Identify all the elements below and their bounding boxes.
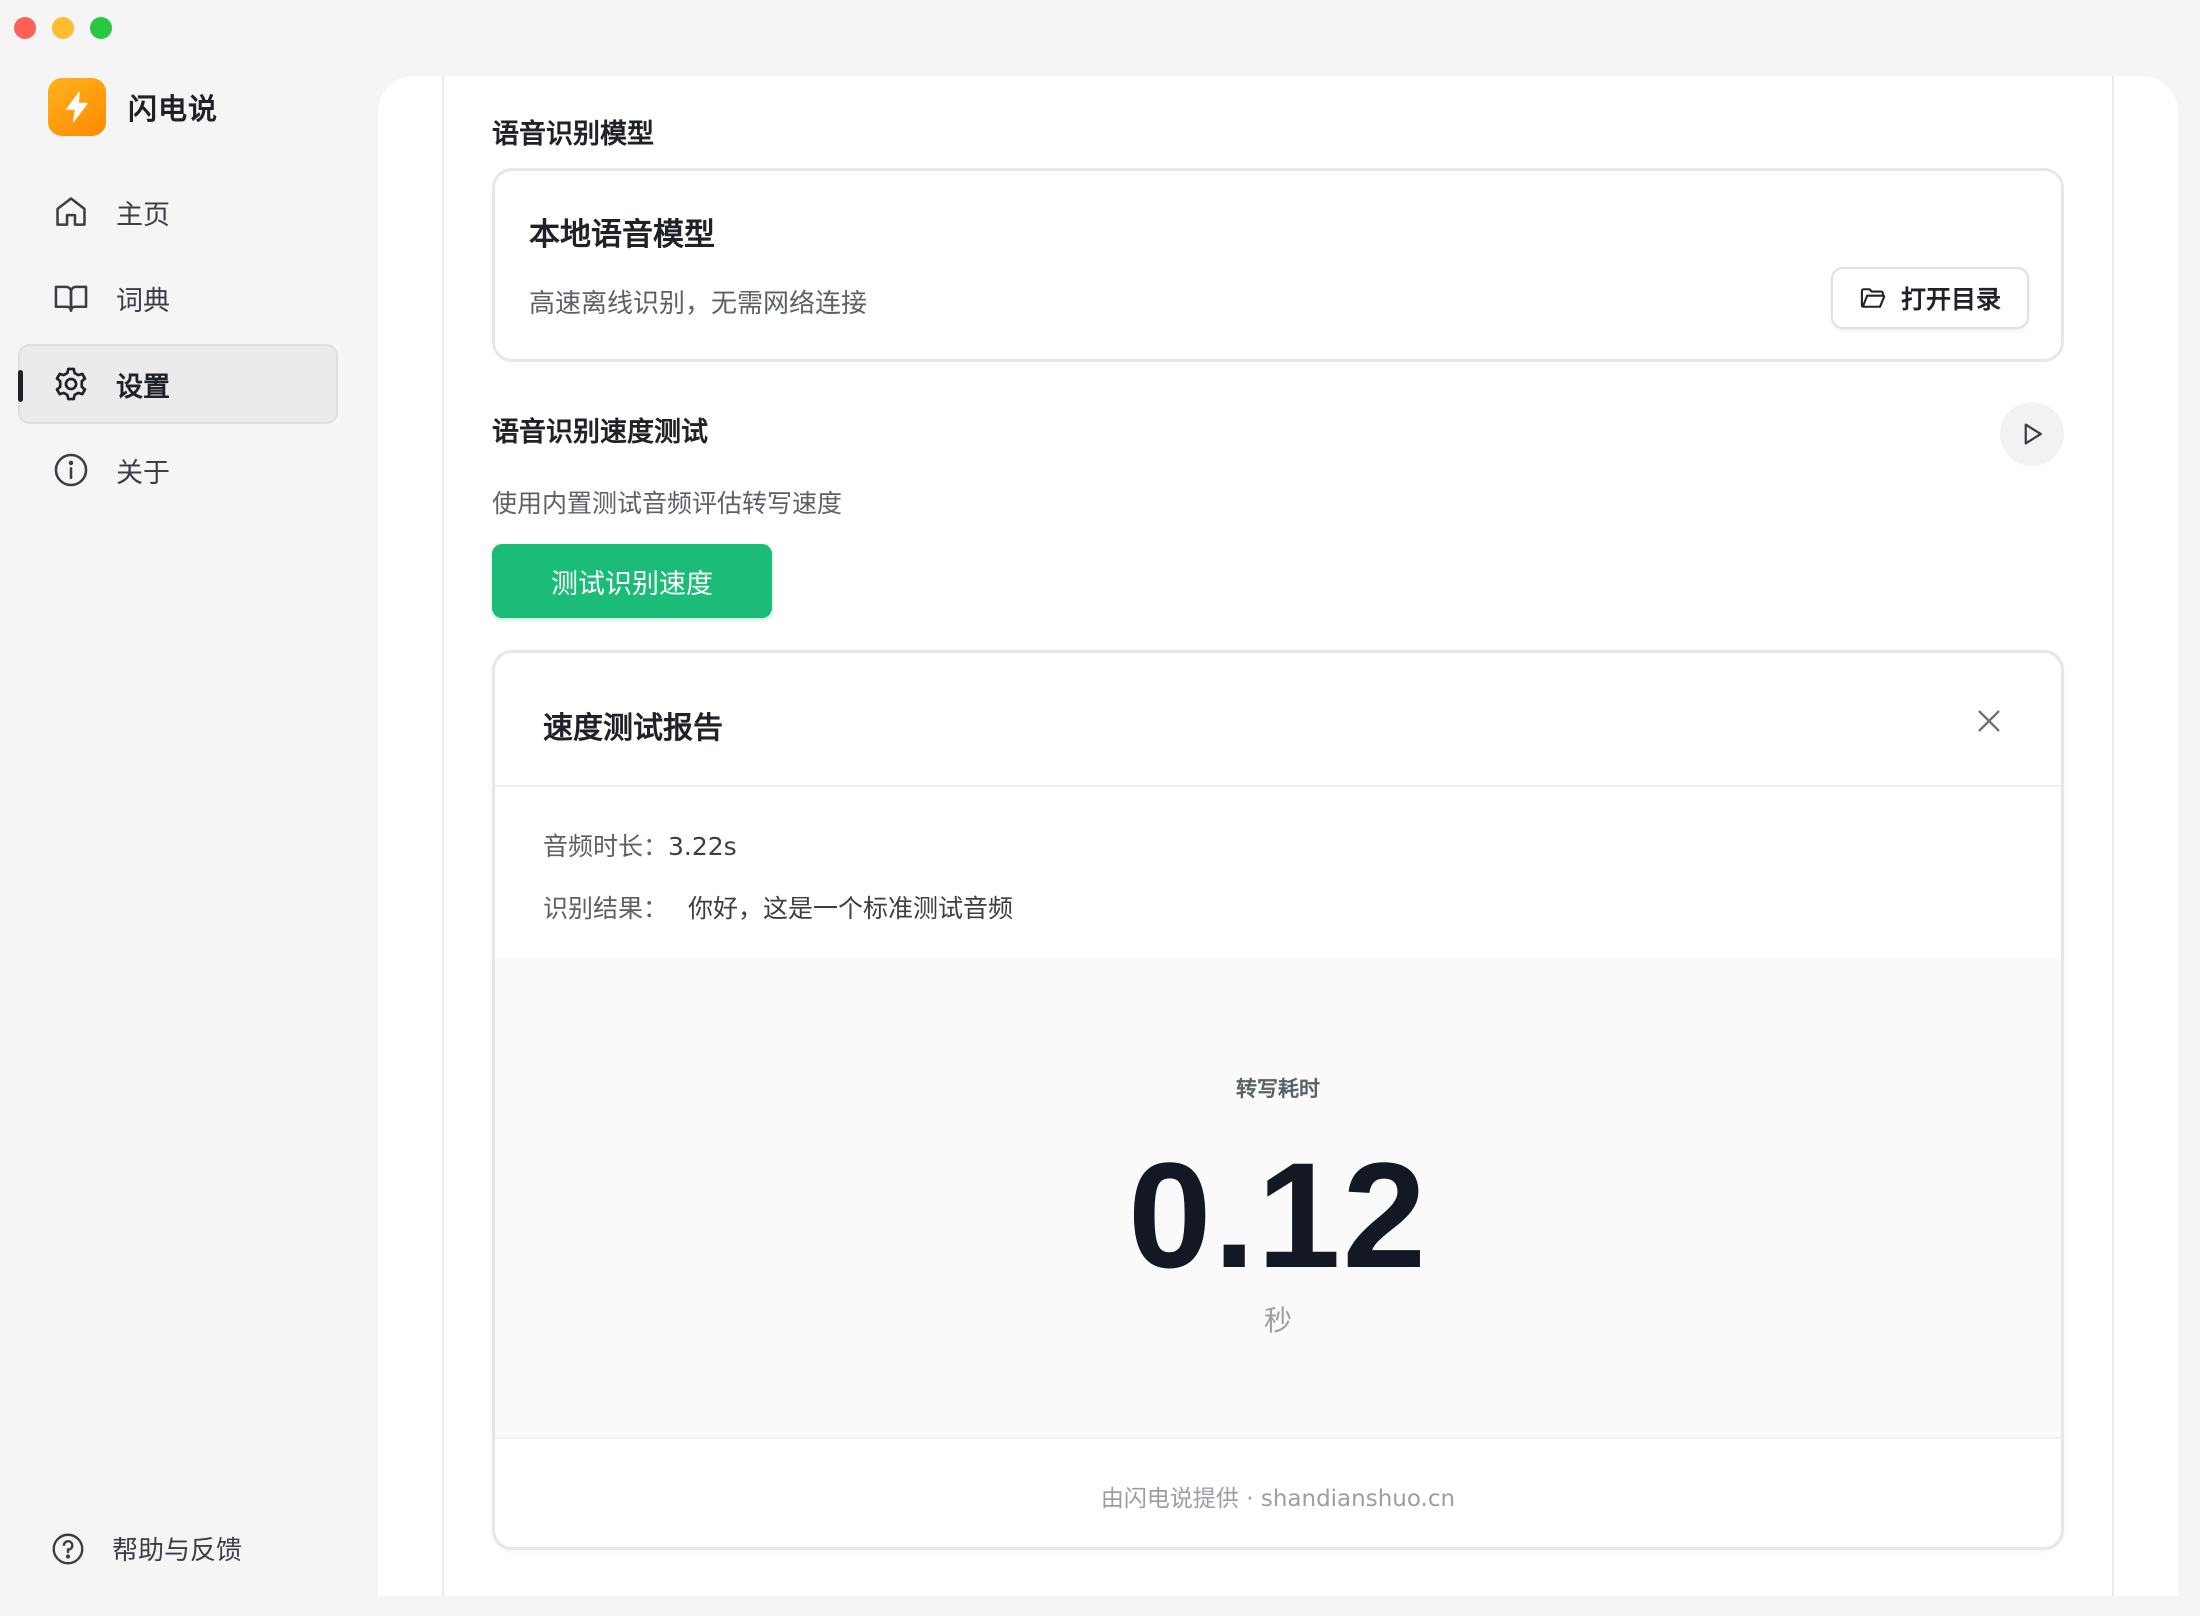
folder-icon [1860,288,1886,308]
recognition-result-line: 识别结果： 你好，这是一个标准测试音频 [543,889,1013,925]
transcription-time-value: 0.12 [1128,1131,1428,1299]
speed-section-title: 语音识别速度测试 [492,417,708,448]
app-window: 闪电说 主页 词典 设置 关于 帮助与反馈 语音识别模型 本地语音模型 高速离线… [0,0,2200,1616]
open-directory-button[interactable]: 打开目录 [1831,267,2029,329]
sidebar: 闪电说 主页 词典 设置 关于 帮助与反馈 [0,0,376,1616]
brand: 闪电说 [48,78,218,136]
speed-report-card: 速度测试报告 音频时长：3.22s 识别结果： 你好，这是一个标准测试音频 转写… [492,650,2064,1550]
audio-duration-line: 音频时长：3.22s [543,827,737,863]
sidebar-item-label: 设置 [116,371,170,403]
speed-test-description: 使用内置测试音频评估转写速度 [492,489,843,518]
sidebar-nav: 主页 词典 设置 关于 [18,172,338,516]
settings-content: 语音识别模型 本地语音模型 高速离线识别，无需网络连接 打开目录 语音识别速度测… [442,76,2114,1596]
report-title: 速度测试报告 [543,711,723,746]
lightning-logo-icon [48,78,106,136]
model-description: 高速离线识别，无需网络连接 [529,289,868,319]
sidebar-item-settings[interactable]: 设置 [18,344,338,424]
transcription-time-label: 转写耗时 [1236,1077,1320,1101]
info-icon [54,453,88,487]
book-icon [54,285,88,312]
sidebar-item-label: 词典 [116,285,170,317]
sidebar-item-label: 关于 [116,457,170,489]
app-name: 闪电说 [128,92,219,126]
play-icon [2024,423,2042,445]
transcription-time-unit: 秒 [1263,1304,1292,1337]
model-name: 本地语音模型 [529,217,715,253]
gear-icon [55,367,87,401]
sidebar-item-label: 主页 [116,199,170,231]
model-section-title: 语音识别模型 [492,119,654,150]
report-header: 速度测试报告 [495,653,2061,787]
sidebar-item-about[interactable]: 关于 [18,430,338,510]
main-panel: 语音识别模型 本地语音模型 高速离线识别，无需网络连接 打开目录 语音识别速度测… [378,76,2178,1596]
audio-duration-value: 3.22s [668,832,737,861]
report-credit: 由闪电说提供 · shandianshuo.cn [1100,1486,1456,1512]
close-icon[interactable] [1973,705,2005,737]
help-feedback-link[interactable]: 帮助与反馈 [50,1530,242,1567]
recognition-result-label: 识别结果： [543,894,669,923]
transcription-time-panel: 转写耗时 0.12 秒 [495,959,2061,1439]
sidebar-item-home[interactable]: 主页 [18,172,338,252]
help-icon [52,1533,84,1564]
open-directory-label: 打开目录 [1900,285,2001,314]
local-model-card: 本地语音模型 高速离线识别，无需网络连接 打开目录 [492,168,2064,362]
recognition-result-value: 你好，这是一个标准测试音频 [687,894,1013,923]
play-sample-button[interactable] [2000,402,2064,466]
help-label: 帮助与反馈 [112,1536,243,1566]
home-icon [56,197,86,226]
test-speed-button[interactable]: 测试识别速度 [492,544,772,618]
audio-duration-label: 音频时长： [543,832,669,861]
sidebar-item-dictionary[interactable]: 词典 [18,258,338,338]
